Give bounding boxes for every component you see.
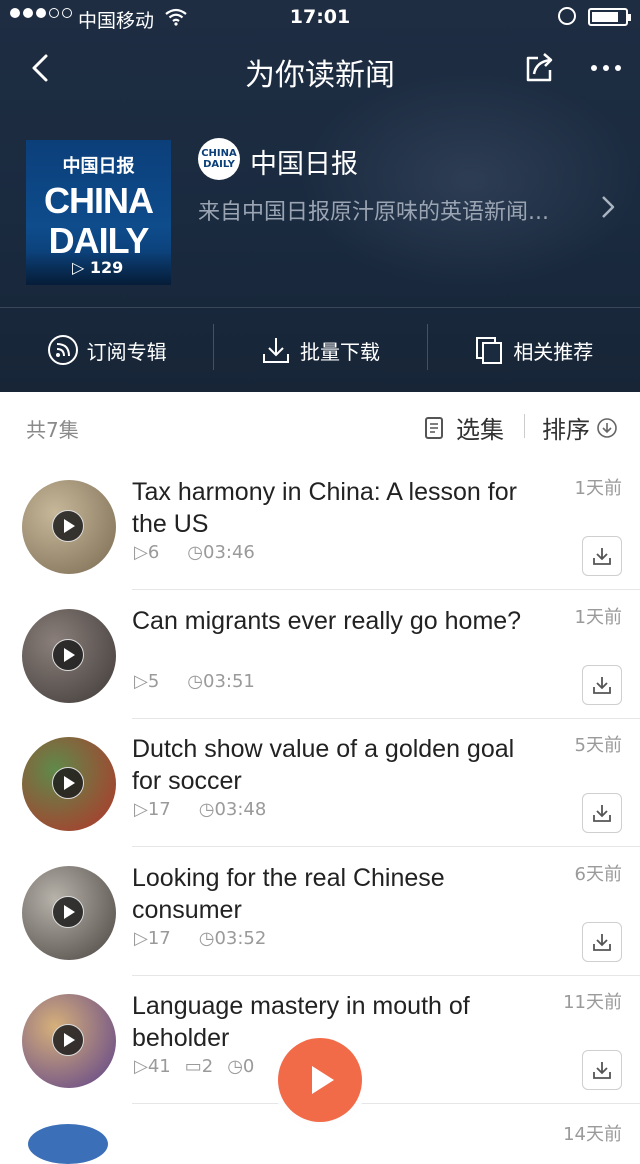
channel-logo-line2: DAILY — [203, 159, 235, 170]
episode-title[interactable]: Dutch show value of a golden goal for so… — [132, 733, 532, 797]
download-button[interactable] — [582, 921, 622, 962]
status-bar: 中国移动 17:01 — [0, 0, 640, 36]
download-button[interactable] — [582, 1050, 622, 1090]
chevron-right-icon[interactable] — [596, 192, 620, 222]
play-icon[interactable] — [52, 767, 84, 799]
episode-date: 6天前 — [574, 863, 622, 885]
episode-title[interactable]: Tax harmony in China: A lesson for the U… — [132, 476, 532, 540]
copy-icon — [476, 337, 503, 364]
download-icon — [593, 548, 611, 565]
play-button[interactable] — [278, 1038, 362, 1122]
download-icon — [593, 1062, 611, 1079]
episode-date: 1天前 — [574, 478, 622, 499]
duration: ◷03:51 — [187, 670, 255, 692]
download-icon — [593, 805, 611, 822]
episode-thumbnail[interactable] — [28, 1124, 108, 1164]
download-button[interactable] — [582, 793, 622, 833]
album-header: 中国移动 17:01 为你读新闻 中国日报 CHINA DAILY ▷ 129 — [0, 0, 640, 392]
subscribe-button[interactable]: 订阅专辑 — [0, 308, 213, 392]
episode-title[interactable]: Can migrants ever really go home? — [132, 605, 532, 637]
duration: ◷03:48 — [198, 799, 267, 820]
episode-date: 5天前 — [574, 735, 622, 756]
play-count: ▷17 — [134, 799, 171, 820]
duration: ◷03:52 — [198, 927, 267, 949]
play-icon[interactable] — [52, 895, 84, 928]
row-divider — [132, 1103, 640, 1104]
download-icon — [262, 338, 289, 363]
select-episodes-label: 选集 — [456, 416, 504, 444]
duration: ◷0 — [227, 1056, 255, 1077]
related-recommend-button[interactable]: 相关推荐 — [426, 308, 640, 392]
channel-logo-line1: CHINA — [201, 148, 237, 159]
channel-name[interactable]: 中国日报 — [250, 142, 358, 181]
clock: 17:01 — [289, 6, 351, 28]
episode-date: 11天前 — [563, 992, 622, 1013]
album-play-count: ▷ 129 — [72, 258, 124, 277]
sort-button[interactable]: 排序 — [542, 410, 618, 445]
related-recommend-label: 相关推荐 — [513, 339, 594, 364]
episode-meta: ▷6 ◷03:46 — [134, 542, 255, 563]
episode-list-icon — [425, 416, 443, 439]
play-count: ▷5 — [134, 670, 160, 692]
download-icon — [593, 676, 611, 694]
batch-download-label: 批量下载 — [299, 339, 380, 364]
episode-row[interactable]: Looking for the real Chinese consumer ▷1… — [0, 848, 640, 976]
sort-down-icon — [597, 417, 617, 438]
play-count: ▷6 — [134, 542, 160, 563]
play-icon[interactable] — [52, 1024, 84, 1056]
download-button[interactable] — [582, 664, 622, 705]
more-options-icon[interactable] — [586, 48, 626, 88]
episode-meta: ▷41 ▭2 ◷0 — [134, 1056, 254, 1077]
episode-row[interactable]: Can migrants ever really go home? ▷5 ◷03… — [0, 591, 640, 719]
download-icon — [593, 933, 611, 951]
play-count: ▷17 — [134, 927, 171, 949]
episode-date: 14天前 — [563, 1124, 622, 1145]
episode-row[interactable]: Tax harmony in China: A lesson for the U… — [0, 462, 640, 590]
batch-download-button[interactable]: 批量下载 — [213, 308, 426, 392]
subscribe-label: 订阅专辑 — [86, 339, 167, 364]
select-episodes-button[interactable]: 选集 — [424, 410, 504, 445]
rotation-lock-icon — [558, 7, 576, 25]
album-cover-title-line1: CHINA — [44, 180, 154, 221]
play-icon[interactable] — [52, 638, 84, 671]
play-count: ▷41 — [134, 1056, 171, 1077]
episode-date: 1天前 — [574, 606, 622, 628]
episode-meta: ▷17 ◷03:48 — [134, 799, 266, 820]
episode-meta: ▷17 ◷03:52 — [134, 928, 266, 949]
sort-label: 排序 — [542, 416, 590, 444]
episode-title[interactable]: Looking for the real Chinese consumer — [132, 862, 532, 926]
channel-logo[interactable]: CHINA DAILY — [198, 138, 240, 180]
rss-icon — [47, 335, 78, 365]
album-actions: 订阅专辑 批量下载 相关推荐 — [0, 308, 640, 392]
share-icon[interactable] — [520, 48, 560, 88]
album-cover[interactable]: 中国日报 CHINA DAILY ▷ 129 — [26, 140, 171, 285]
duration: ◷03:46 — [187, 542, 255, 563]
navigation-bar: 为你读新闻 — [0, 40, 640, 96]
toolbar-separator — [524, 414, 525, 438]
battery-icon — [588, 8, 631, 26]
episode-meta: ▷5 ◷03:51 — [134, 671, 255, 692]
album-description[interactable]: 来自中国日报原汁原味的英语新闻... — [198, 194, 583, 226]
comment-count: ▭2 — [184, 1056, 214, 1077]
album-cover-cn-title: 中国日报 — [62, 156, 135, 177]
download-button[interactable] — [582, 536, 622, 576]
episode-count: 共7集 — [26, 418, 79, 442]
play-icon[interactable] — [52, 510, 84, 542]
episode-list-toolbar: 共7集 选集 排序 — [0, 392, 640, 462]
episode-row[interactable]: Dutch show value of a golden goal for so… — [0, 719, 640, 847]
